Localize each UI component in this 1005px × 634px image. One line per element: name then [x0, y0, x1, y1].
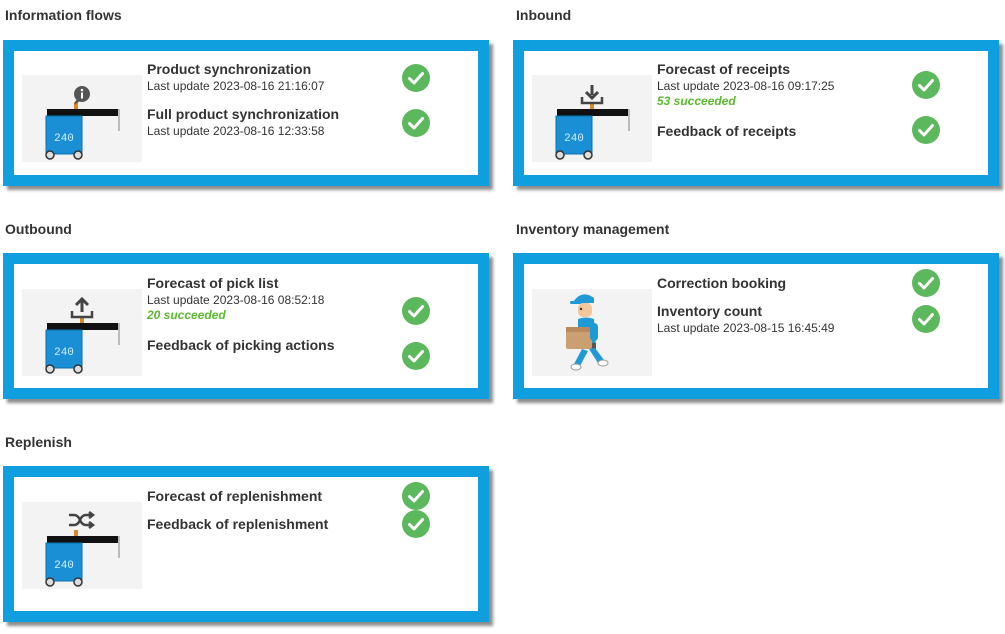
- item-title: Product synchronization: [147, 61, 312, 77]
- item-last-update: Last update 2023-08-16 09:17:25: [657, 79, 835, 93]
- svg-text:240: 240: [54, 560, 74, 572]
- item-title: Feedback of picking actions: [147, 337, 335, 353]
- item-title: Forecast of replenishment: [147, 488, 323, 504]
- item-title: Correction booking: [657, 275, 787, 291]
- check-icon: [402, 482, 430, 510]
- flow-item-inventory-count[interactable]: Inventory count Last update 2023-08-15 1…: [657, 303, 834, 336]
- shuffle-icon: [69, 511, 96, 529]
- item-title: Inventory count: [657, 303, 763, 319]
- item-last-update: Last update 2023-08-16 12:33:58: [147, 124, 325, 138]
- flow-item-forecast-replenishment[interactable]: Forecast of replenishment: [147, 488, 322, 504]
- item-success-count: 53 succeeded: [657, 94, 736, 108]
- section-title: Outbound: [5, 221, 72, 237]
- check-icon: [402, 510, 430, 538]
- card-information-flows: 240 Product synchronization Last update …: [3, 40, 489, 186]
- check-icon: [402, 64, 430, 92]
- item-title: Feedback of replenishment: [147, 516, 329, 532]
- flow-item-feedback-replenishment[interactable]: Feedback of replenishment: [147, 516, 328, 532]
- item-last-update: Last update 2023-08-16 08:52:18: [147, 293, 325, 307]
- item-title: Forecast of pick list: [147, 275, 279, 291]
- section-title: Inventory management: [516, 221, 670, 237]
- svg-text:240: 240: [54, 133, 74, 145]
- check-icon: [402, 109, 430, 137]
- item-title: Forecast of receipts: [657, 61, 791, 77]
- flow-item-feedback-picking[interactable]: Feedback of picking actions: [147, 337, 335, 353]
- section-title: Information flows: [5, 7, 122, 23]
- svg-text:240: 240: [564, 133, 584, 145]
- flow-item-forecast-pick-list[interactable]: Forecast of pick list Last update 2023-0…: [147, 275, 324, 322]
- svg-text:240: 240: [54, 347, 74, 359]
- robot-thumbnail: 240: [22, 502, 142, 589]
- check-icon: [402, 342, 430, 370]
- upload-icon: [70, 296, 94, 319]
- download-icon: [580, 85, 604, 105]
- robot-thumbnail: 240: [532, 75, 652, 162]
- info-icon: [74, 86, 90, 105]
- check-icon: [912, 269, 940, 297]
- card-inbound: 240 Forecast of receipts Last update 202…: [513, 40, 999, 186]
- delivery-worker-icon: [566, 294, 609, 371]
- item-success-count: 20 succeeded: [147, 308, 226, 322]
- item-last-update: Last update 2023-08-15 16:45:49: [657, 321, 835, 335]
- card-outbound: 240 Forecast of pick list Last update 20…: [3, 253, 489, 399]
- item-title: Full product synchronization: [147, 106, 340, 122]
- check-icon: [402, 297, 430, 325]
- worker-thumbnail: [532, 289, 652, 376]
- flow-item-product-sync[interactable]: Product synchronization Last update 2023…: [147, 61, 324, 94]
- card-inventory-management: Correction booking Inventory count Last …: [513, 253, 999, 399]
- check-icon: [912, 116, 940, 144]
- check-icon: [912, 305, 940, 333]
- section-title: Replenish: [5, 434, 72, 450]
- check-icon: [912, 71, 940, 99]
- card-replenish: 240 Forecast of replenishment Feedback o…: [3, 466, 489, 622]
- robot-thumbnail: 240: [22, 75, 142, 162]
- item-last-update: Last update 2023-08-16 21:16:07: [147, 79, 325, 93]
- robot-thumbnail: 240: [22, 289, 142, 376]
- flow-item-full-product-sync[interactable]: Full product synchronization Last update…: [147, 106, 339, 139]
- item-title: Feedback of receipts: [657, 123, 797, 139]
- flow-item-feedback-receipts[interactable]: Feedback of receipts: [657, 123, 796, 139]
- flow-item-correction-booking[interactable]: Correction booking: [657, 275, 786, 291]
- section-title: Inbound: [516, 7, 572, 23]
- flow-item-forecast-receipts[interactable]: Forecast of receipts Last update 2023-08…: [657, 61, 834, 108]
